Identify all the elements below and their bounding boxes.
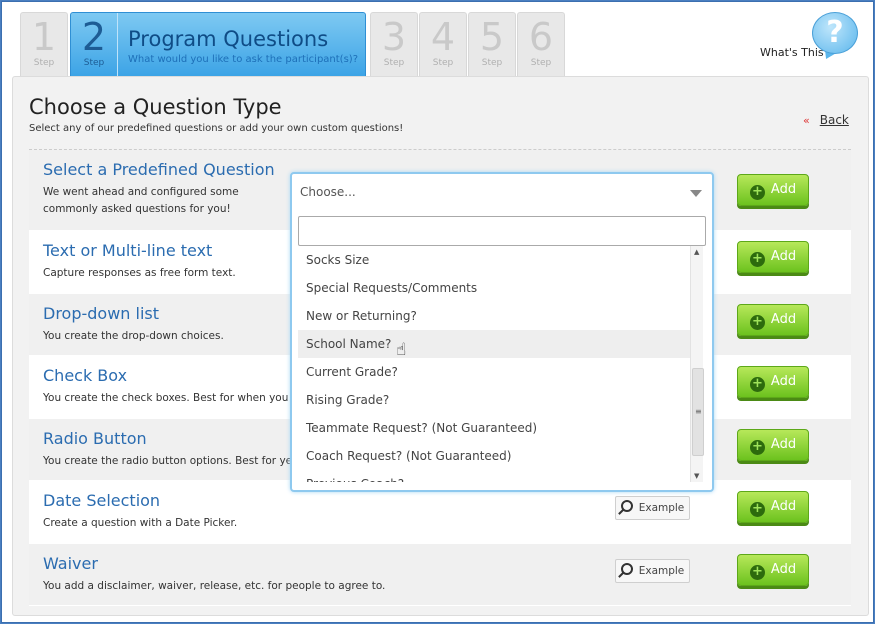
add-button[interactable]: + Add xyxy=(737,174,809,206)
question-description: We went ahead and configured some common… xyxy=(43,186,239,215)
step-number: 4 xyxy=(430,15,456,59)
step-label: Step xyxy=(481,58,503,68)
dropdown-option[interactable]: Socks Size xyxy=(298,246,694,274)
question-title: Waiver xyxy=(43,553,98,573)
plus-icon: + xyxy=(749,377,765,392)
scroll-down-arrow-icon[interactable]: ▼ xyxy=(694,472,699,480)
add-button[interactable]: + Add xyxy=(737,241,809,273)
example-label: Example xyxy=(638,564,685,577)
question-description: Capture responses as free form text. xyxy=(43,267,236,279)
chevron-down-icon[interactable] xyxy=(690,190,702,197)
add-label: Add xyxy=(770,499,797,514)
step-label: Step xyxy=(530,58,552,68)
plus-icon: + xyxy=(749,502,765,517)
example-label: Example xyxy=(638,502,685,514)
question-title: Radio Button xyxy=(43,428,147,448)
dropdown-option[interactable]: Current Grade? xyxy=(298,358,694,386)
hand-pointer-cursor-icon: ☝ xyxy=(396,340,407,360)
dropdown-option[interactable]: Special Requests/Comments xyxy=(298,274,694,302)
add-button[interactable]: + Add xyxy=(737,553,809,586)
add-label: Add xyxy=(770,561,797,577)
question-title: Date Selection xyxy=(43,491,161,510)
magnifier-icon xyxy=(620,562,633,575)
question-title: Select a Predefined Question xyxy=(43,160,275,179)
step-tab-1[interactable]: 1 Step xyxy=(20,12,68,77)
dropdown-option[interactable]: Teammate Request? (Not Guaranteed) xyxy=(298,414,694,442)
magnifier-icon xyxy=(620,500,633,512)
add-button[interactable]: + Add xyxy=(737,491,809,523)
question-description: You create the radio button options. Bes… xyxy=(43,454,303,467)
step-title: Program Questions xyxy=(128,27,329,51)
step-number: 6 xyxy=(528,15,554,59)
step-number: 1 xyxy=(31,15,57,59)
dropdown-option[interactable]: New or Returning? xyxy=(298,302,694,330)
add-button[interactable]: + Add xyxy=(737,303,809,336)
dropdown-option[interactable]: Coach Request? (Not Guaranteed) xyxy=(298,442,694,470)
question-description: You create the check boxes. Best for whe… xyxy=(43,392,303,404)
back-arrow-icon: « xyxy=(803,114,810,127)
add-label: Add xyxy=(770,436,797,452)
dropdown-option[interactable]: Rising Grade? xyxy=(298,386,694,414)
step-label: Step xyxy=(383,58,405,68)
question-description: You create the drop-down choices. xyxy=(43,329,224,342)
question-title: Drop-down list xyxy=(43,303,160,323)
scrollbar-thumb[interactable]: ≡ xyxy=(692,368,704,456)
step-tab-3[interactable]: 3 Step xyxy=(370,12,418,77)
step-tab-2-active[interactable]: 2 Step Program Questions What would you … xyxy=(70,12,366,78)
step-number: 5 xyxy=(479,15,505,59)
step-subtitle: What would you like to ask the participa… xyxy=(128,54,358,65)
dropdown-scrollbar[interactable]: ▲ ≡ ▼ xyxy=(690,246,704,482)
step-label: Step xyxy=(432,58,454,68)
page-subtitle: Select any of our predefined questions o… xyxy=(29,123,404,134)
question-description: Create a question with a Date Picker. xyxy=(43,517,238,529)
add-label: Add xyxy=(770,374,797,389)
add-label: Add xyxy=(770,249,797,264)
dropdown-option-highlighted[interactable]: School Name? xyxy=(298,330,694,358)
scroll-up-arrow-icon[interactable]: ▲ xyxy=(694,248,699,256)
question-mark-bubble-icon[interactable]: ? xyxy=(812,12,858,54)
dropdown-option[interactable]: Previous Coach? xyxy=(298,470,694,482)
question-title: Text or Multi-line text xyxy=(43,241,213,260)
dropdown-search-input[interactable] xyxy=(298,216,706,246)
plus-icon: + xyxy=(749,564,765,580)
question-row-waiver: Waiver You add a disclaimer, waiver, rel… xyxy=(29,543,851,606)
grip-icon: ≡ xyxy=(695,407,702,416)
add-label: Add xyxy=(770,182,797,197)
step-label: Step xyxy=(33,58,55,68)
plus-icon: + xyxy=(749,314,765,330)
step-tab-5[interactable]: 5 Step xyxy=(468,12,516,77)
step-number: 2 xyxy=(81,15,107,59)
plus-icon: + xyxy=(749,252,765,267)
question-description: You add a disclaimer, waiver, release, e… xyxy=(43,579,386,592)
page-title: Choose a Question Type xyxy=(29,95,282,119)
step-label: Step xyxy=(83,58,105,68)
step-tab-4[interactable]: 4 Step xyxy=(419,12,467,77)
back-label: Back xyxy=(819,113,849,127)
add-button[interactable]: + Add xyxy=(737,428,809,461)
step-number-box: 2 Step xyxy=(71,13,118,77)
dropdown-options-list: Socks Size Special Requests/Comments New… xyxy=(298,246,694,482)
plus-icon: + xyxy=(749,439,765,455)
step-tab-6[interactable]: 6 Step xyxy=(517,12,565,77)
dropdown-selected-value[interactable]: Choose... xyxy=(300,185,356,199)
predefined-question-dropdown[interactable]: Choose... Socks Size Special Requests/Co… xyxy=(290,172,714,492)
example-button[interactable]: Example xyxy=(615,558,690,583)
add-label: Add xyxy=(770,311,797,327)
question-title: Check Box xyxy=(43,366,128,385)
window-frame: 1 Step 2 Step Program Questions What wou… xyxy=(1,1,874,623)
whats-this-link[interactable]: What's This xyxy=(760,46,824,59)
step-number: 3 xyxy=(381,15,407,59)
plus-icon: + xyxy=(749,185,765,200)
back-link[interactable]: « Back xyxy=(803,113,849,127)
example-button[interactable]: Example xyxy=(615,496,690,520)
add-button[interactable]: + Add xyxy=(737,366,809,398)
